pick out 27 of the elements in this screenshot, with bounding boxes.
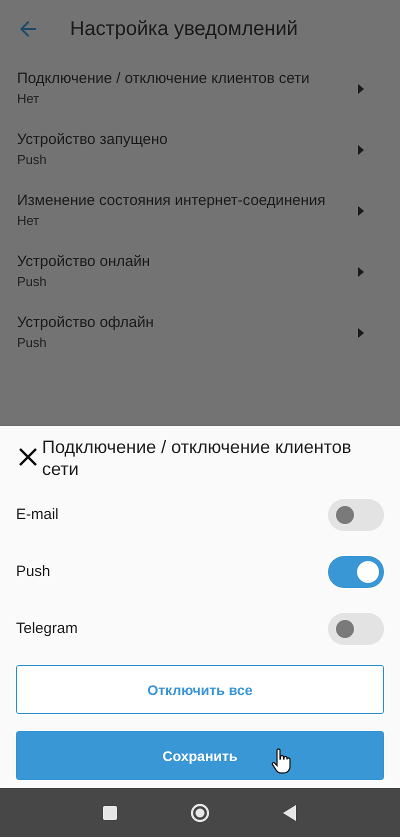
toggle-switch[interactable] <box>328 498 384 530</box>
channel-label: Push <box>16 563 50 580</box>
chevron-icon <box>357 84 365 94</box>
event-value: Push <box>17 334 48 352</box>
event-title[interactable]: Изменение состояния интернет-соединения <box>17 191 337 210</box>
save-button[interactable]: Сохранить <box>16 731 384 780</box>
event-value: Push <box>17 151 48 169</box>
event-value: Нет <box>17 90 40 108</box>
home-icon[interactable] <box>190 802 210 822</box>
channel-label: E-mail <box>16 506 59 523</box>
event-title[interactable]: Устройство офлайн <box>17 313 337 332</box>
chevron-icon <box>357 266 365 276</box>
event-value: Нет <box>17 212 40 230</box>
event-title[interactable]: Устройство онлайн <box>17 252 337 271</box>
hand-pointer-icon <box>271 748 291 774</box>
chevron-icon <box>357 328 365 338</box>
chevron-icon <box>357 144 365 154</box>
event-title[interactable]: Подключение / отключение клиентов сети <box>17 69 337 88</box>
toggle-switch[interactable] <box>328 612 384 644</box>
disable-all-button[interactable]: Отключить все <box>16 665 384 714</box>
chevron-icon <box>357 206 365 216</box>
toggle-switch[interactable] <box>328 556 384 588</box>
sheet-title: Подключение / отключение клиентов сети <box>42 436 352 480</box>
event-value: Push <box>17 273 48 291</box>
event-title[interactable]: Устройство запущено <box>17 130 337 149</box>
channel-label: Telegram <box>16 620 78 637</box>
screen-title: Настройка уведомлений <box>70 18 298 40</box>
